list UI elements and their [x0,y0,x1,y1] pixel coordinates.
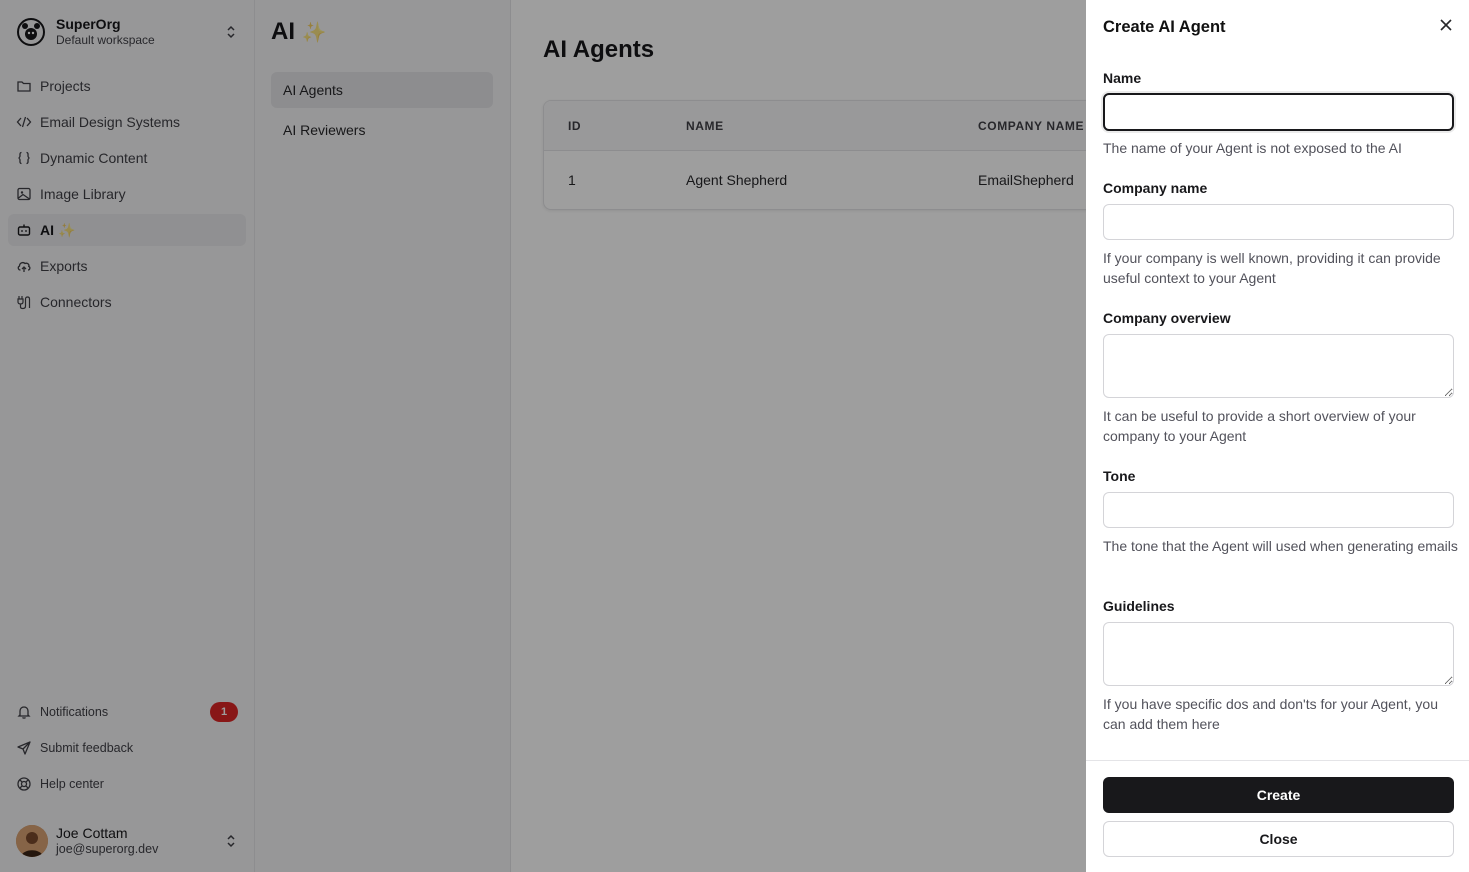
create-button[interactable]: Create [1103,777,1454,813]
company-overview-help: It can be useful to provide a short over… [1103,408,1416,444]
tone-field[interactable] [1103,492,1454,528]
drawer-footer: Create Close [1086,760,1469,872]
company-overview-label: Company overview [1103,310,1231,326]
company-name-help: If your company is well known, providing… [1103,250,1441,286]
guidelines-label: Guidelines [1103,598,1175,614]
close-button[interactable]: Close [1103,821,1454,857]
guidelines-field[interactable] [1103,622,1454,686]
close-icon[interactable] [1436,15,1456,35]
company-name-field[interactable] [1103,204,1454,240]
tone-label: Tone [1103,468,1136,484]
company-overview-field[interactable] [1103,334,1454,398]
name-field[interactable] [1103,93,1454,131]
company-name-label: Company name [1103,180,1208,196]
name-label: Name [1103,70,1142,86]
tone-help: The tone that the Agent will used when g… [1103,538,1458,554]
guidelines-help: If you have specific dos and don'ts for … [1103,696,1438,732]
drawer-title: Create AI Agent [1103,18,1226,36]
create-agent-drawer: Create AI Agent Name The name of your Ag… [1086,0,1469,872]
name-help: The name of your Agent is not exposed to… [1103,140,1402,156]
